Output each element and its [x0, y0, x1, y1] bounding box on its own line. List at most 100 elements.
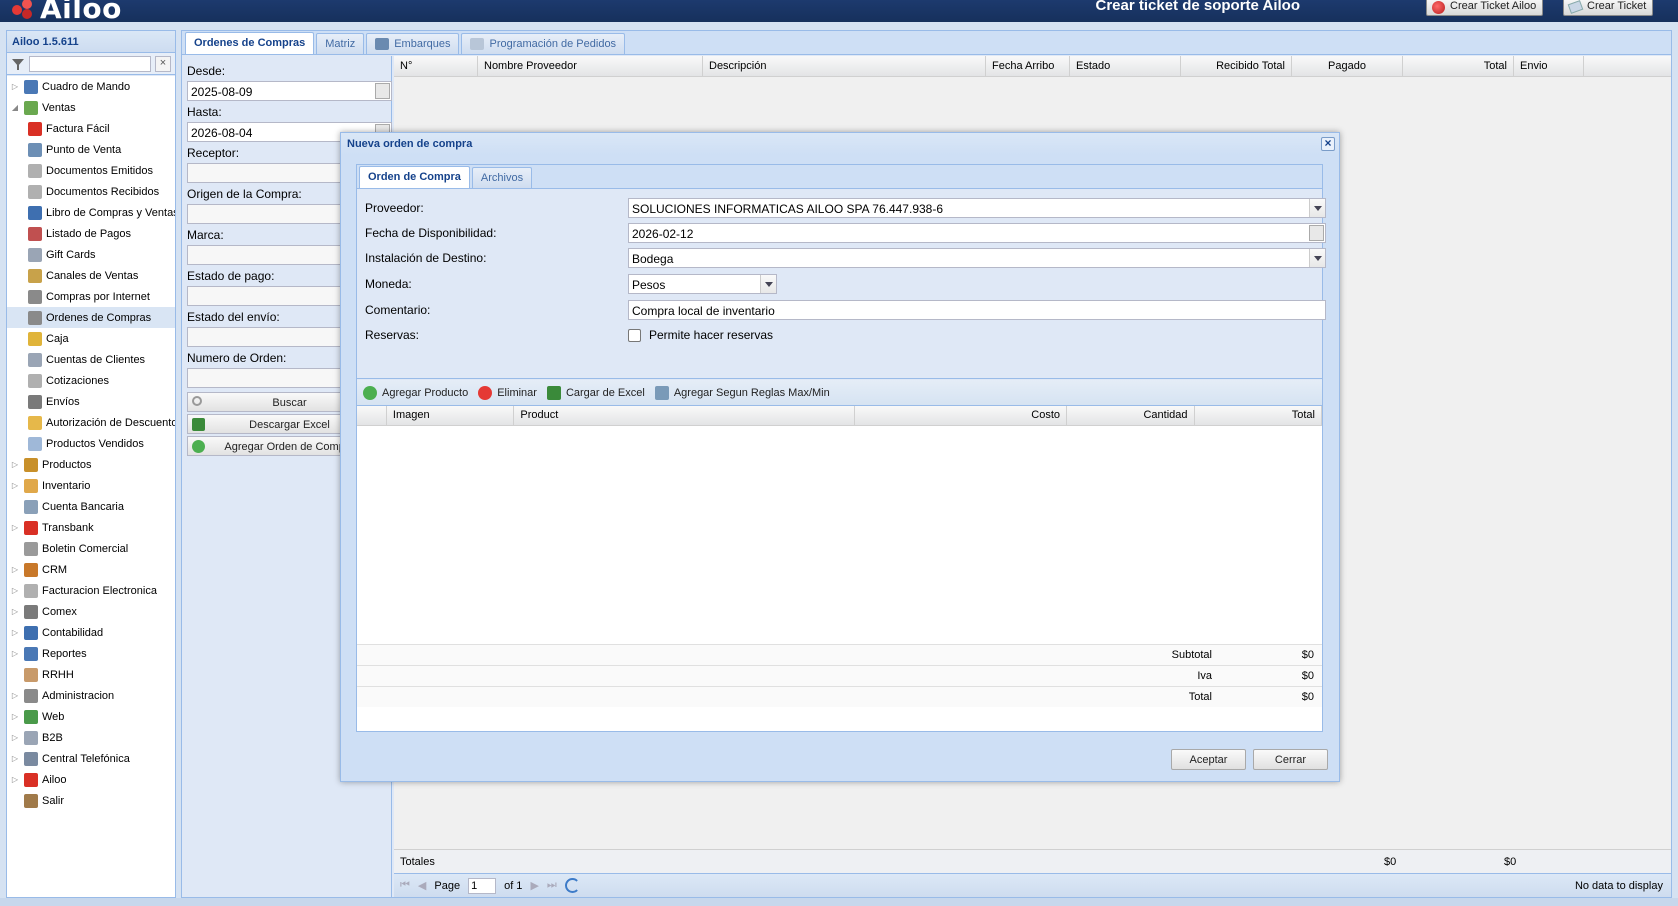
- close-icon[interactable]: ×: [1321, 137, 1335, 151]
- instalacion-combo[interactable]: Bodega: [628, 248, 1326, 268]
- sidebar-item-administracion[interactable]: ▷ Administracion: [7, 685, 175, 706]
- sidebar-item-documentos-emitidos[interactable]: Documentos Emitidos: [7, 160, 175, 181]
- sidebar-item-b2b[interactable]: ▷ B2B: [7, 727, 175, 748]
- sidebar-item-contabilidad[interactable]: ▷ Contabilidad: [7, 622, 175, 643]
- sidebar-item-ventas[interactable]: ◢ Ventas: [7, 97, 175, 118]
- product-column-header[interactable]: Cantidad: [1067, 406, 1195, 425]
- product-column-header[interactable]: Product: [514, 406, 855, 425]
- column-header[interactable]: Recibido Total: [1181, 56, 1292, 76]
- tree-filter-input[interactable]: [29, 55, 151, 72]
- column-header[interactable]: Descripción: [703, 56, 986, 76]
- crear-ticket-ailoo-button[interactable]: Crear Ticket Ailoo: [1426, 0, 1544, 16]
- sidebar-item-inventario[interactable]: ▷ Inventario: [7, 475, 175, 496]
- sidebar-item-listado-de-pagos[interactable]: Listado de Pagos: [7, 223, 175, 244]
- sidebar-item-web[interactable]: ▷ Web: [7, 706, 175, 727]
- reservas-checkbox[interactable]: [628, 328, 641, 342]
- sidebar-item-documentos-recibidos[interactable]: Documentos Recibidos: [7, 181, 175, 202]
- sidebar-item-productos[interactable]: ▷ Productos: [7, 454, 175, 475]
- tab-programaci-n-de-pedidos[interactable]: Programación de Pedidos: [461, 33, 626, 54]
- column-header[interactable]: Total: [1403, 56, 1514, 76]
- fecha-date-field[interactable]: 2026-02-12: [628, 223, 1326, 243]
- expand-arrow-icon[interactable]: ▷: [10, 586, 20, 595]
- filter-icon[interactable]: [11, 57, 25, 71]
- expand-arrow-icon[interactable]: ▷: [10, 733, 20, 742]
- sidebar-item-env-os[interactable]: Envíos: [7, 391, 175, 412]
- next-page-icon[interactable]: ▶: [530, 879, 538, 892]
- expand-arrow-icon[interactable]: ▷: [10, 712, 20, 721]
- sidebar-item-productos-vendidos[interactable]: Productos Vendidos: [7, 433, 175, 454]
- tab-ordenes-de-compras[interactable]: Ordenes de Compras: [185, 32, 315, 54]
- expand-arrow-icon[interactable]: ▷: [10, 607, 20, 616]
- sidebar-item-cuentas-de-clientes[interactable]: Cuentas de Clientes: [7, 349, 175, 370]
- tab-matriz[interactable]: Matriz: [316, 33, 365, 54]
- sidebar-item-libro-de-compras-y-ventas[interactable]: Libro de Compras y Ventas: [7, 202, 175, 223]
- sidebar-item-compras-por-internet[interactable]: Compras por Internet: [7, 286, 175, 307]
- agregar-producto-button[interactable]: Agregar Producto: [363, 385, 468, 400]
- eliminar-button[interactable]: Eliminar: [478, 385, 537, 400]
- sidebar-item-gift-cards[interactable]: Gift Cards: [7, 244, 175, 265]
- chevron-down-icon[interactable]: [1309, 199, 1325, 217]
- moneda-combo[interactable]: Pesos: [628, 274, 777, 294]
- sidebar-item-reportes[interactable]: ▷ Reportes: [7, 643, 175, 664]
- expand-arrow-icon[interactable]: ▷: [10, 565, 20, 574]
- sidebar-item-comex[interactable]: ▷ Comex: [7, 601, 175, 622]
- sidebar-item-autorizaci-n-de-descuentos[interactable]: Autorización de Descuentos: [7, 412, 175, 433]
- reglas-maxmin-button[interactable]: Agregar Segun Reglas Max/Min: [654, 385, 830, 400]
- comentario-input[interactable]: Compra local de inventario: [628, 300, 1326, 320]
- expand-arrow-icon[interactable]: ▷: [10, 775, 20, 784]
- support-link[interactable]: Crear ticket de soporte Ailoo: [1096, 0, 1301, 14]
- product-column-header[interactable]: Total: [1195, 406, 1322, 425]
- chevron-down-icon[interactable]: [1309, 249, 1325, 267]
- sidebar-item-ailoo[interactable]: ▷ Ailoo: [7, 769, 175, 790]
- column-header[interactable]: Nombre Proveedor: [478, 56, 703, 76]
- column-header[interactable]: Fecha Arribo: [986, 56, 1070, 76]
- product-column-header[interactable]: Imagen: [387, 406, 515, 425]
- sidebar-item-ordenes-de-compras[interactable]: Ordenes de Compras: [7, 307, 175, 328]
- aceptar-button[interactable]: Aceptar: [1171, 749, 1246, 770]
- refresh-icon[interactable]: [564, 878, 580, 893]
- crear-ticket-button[interactable]: Crear Ticket: [1563, 0, 1654, 16]
- expand-arrow-icon[interactable]: ▷: [10, 481, 20, 490]
- calendar-icon[interactable]: [1309, 225, 1324, 241]
- dialog-tab-orden-de-compra[interactable]: Orden de Compra: [359, 166, 470, 188]
- clear-filter-icon[interactable]: ×: [155, 55, 171, 72]
- sidebar-item-factura-f-cil[interactable]: Factura Fácil: [7, 118, 175, 139]
- expanded-arrow-icon[interactable]: ◢: [10, 103, 20, 112]
- proveedor-combo[interactable]: SOLUCIONES INFORMATICAS AILOO SPA 76.447…: [628, 198, 1326, 218]
- product-column-header[interactable]: Costo: [855, 406, 1068, 425]
- expand-arrow-icon[interactable]: ▷: [10, 460, 20, 469]
- sidebar-item-cuenta-bancaria[interactable]: Cuenta Bancaria: [7, 496, 175, 517]
- cerrar-button[interactable]: Cerrar: [1253, 749, 1328, 770]
- desde-date-field[interactable]: 2025-08-09: [187, 81, 392, 101]
- expand-arrow-icon[interactable]: ▷: [10, 754, 20, 763]
- sidebar-item-transbank[interactable]: ▷ Transbank: [7, 517, 175, 538]
- column-header[interactable]: Pagado: [1292, 56, 1403, 76]
- expand-arrow-icon[interactable]: ▷: [10, 523, 20, 532]
- sidebar-item-caja[interactable]: Caja: [7, 328, 175, 349]
- column-header[interactable]: N°: [394, 56, 478, 76]
- expand-arrow-icon[interactable]: ▷: [10, 82, 20, 91]
- sidebar-item-salir[interactable]: Salir: [7, 790, 175, 811]
- sidebar-item-boletin-comercial[interactable]: Boletin Comercial: [7, 538, 175, 559]
- sidebar-item-cotizaciones[interactable]: Cotizaciones: [7, 370, 175, 391]
- dialog-tab-archivos[interactable]: Archivos: [471, 167, 533, 188]
- sidebar-item-crm[interactable]: ▷ CRM: [7, 559, 175, 580]
- column-header[interactable]: Estado: [1070, 56, 1181, 76]
- sidebar-item-canales-de-ventas[interactable]: Canales de Ventas: [7, 265, 175, 286]
- sidebar-item-rrhh[interactable]: RRHH: [7, 664, 175, 685]
- sidebar-item-central-telef-nica[interactable]: ▷ Central Telefónica: [7, 748, 175, 769]
- calendar-icon[interactable]: [375, 83, 390, 99]
- expand-arrow-icon[interactable]: ▷: [10, 691, 20, 700]
- column-header[interactable]: Envio: [1514, 56, 1584, 76]
- first-page-icon[interactable]: ⏮: [400, 879, 410, 892]
- prev-page-icon[interactable]: ◀: [418, 879, 426, 892]
- page-input[interactable]: 1: [468, 877, 497, 894]
- last-page-icon[interactable]: ⏭: [547, 879, 557, 892]
- expand-arrow-icon[interactable]: ▷: [10, 628, 20, 637]
- cargar-excel-button[interactable]: Cargar de Excel: [546, 385, 645, 400]
- chevron-down-icon[interactable]: [760, 275, 776, 293]
- sidebar-item-facturacion-electronica[interactable]: ▷ Facturacion Electronica: [7, 580, 175, 601]
- sidebar-item-cuadro-de-mando[interactable]: ▷ Cuadro de Mando: [7, 76, 175, 97]
- sidebar-item-punto-de-venta[interactable]: Punto de Venta: [7, 139, 175, 160]
- tab-embarques[interactable]: Embarques: [366, 33, 460, 54]
